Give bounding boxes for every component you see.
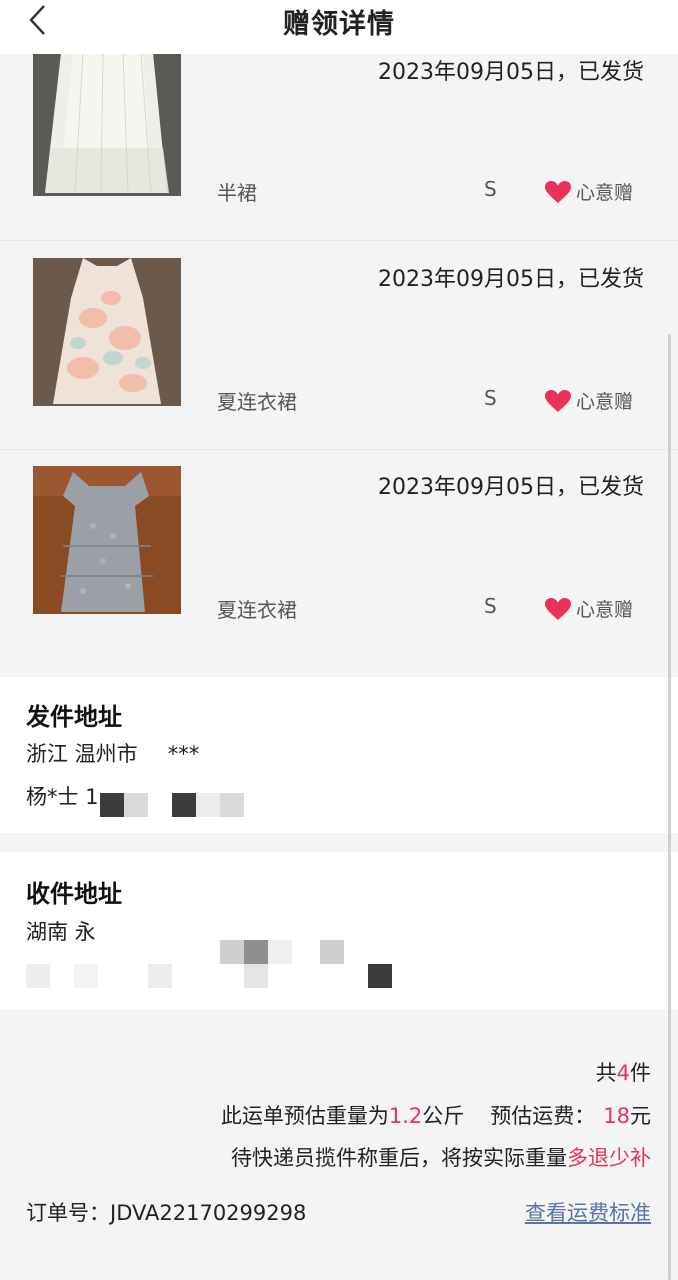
privacy-mask <box>172 793 196 817</box>
top-bar: 赠领详情 <box>0 0 678 54</box>
privacy-mask <box>220 793 244 817</box>
privacy-mask <box>100 817 196 833</box>
sender-line-1: 浙江 温州市 *** <box>26 738 199 768</box>
weight-value: 1.2 <box>388 1104 423 1128</box>
heart-icon <box>545 389 571 412</box>
privacy-mask <box>368 964 392 988</box>
item-size: S <box>484 594 497 618</box>
page-title: 赠领详情 <box>283 9 395 40</box>
count-value: 4 <box>616 1061 630 1085</box>
item-name: 半裙 <box>217 181 257 205</box>
sender-masked: *** <box>167 742 200 766</box>
gift-tag: 心意赠 <box>544 178 633 205</box>
count-suffix: 件 <box>630 1061 651 1085</box>
item-image <box>33 53 181 196</box>
fee-prefix: 预估运费： <box>490 1104 596 1128</box>
privacy-mask <box>26 964 50 988</box>
sender-line-2: 杨*士 1 <box>26 785 99 809</box>
privacy-mask <box>244 964 268 988</box>
count-prefix: 共 <box>595 1061 617 1085</box>
privacy-mask <box>196 793 220 817</box>
gift-tag: 心意赠 <box>544 387 633 414</box>
item-date: 2023年09月05日，已发货 <box>378 60 644 85</box>
weight-fee-line: 此运单预估重量为1.2公斤 预估运费： 18元 <box>221 1100 651 1130</box>
privacy-mask <box>320 940 344 964</box>
fee-standard-link[interactable]: 查看运费标准 <box>525 1197 651 1227</box>
privacy-mask <box>74 964 98 988</box>
receiver-line-1: 湖南 永 <box>26 920 96 944</box>
item-count: 共4件 <box>596 1057 651 1087</box>
note-prefix: 待快递员揽件称重后，将按实际重量 <box>231 1146 567 1170</box>
weight-note: 待快递员揽件称重后，将按实际重量多退少补 <box>231 1142 651 1172</box>
order-number: 订单号：JDVA22170299298 <box>26 1201 307 1225</box>
list-item[interactable]: 2023年09月05日，已发货 夏连衣裙 S 心意赠 <box>0 241 678 450</box>
privacy-mask <box>220 940 244 964</box>
item-date: 2023年09月05日，已发货 <box>378 475 644 500</box>
gift-tag-label: 心意赠 <box>576 391 634 413</box>
note-highlight: 多退少补 <box>567 1146 651 1170</box>
list-item[interactable]: 2023年09月05日，已发货 夏连衣裙 S 心意赠 <box>0 449 678 657</box>
sender-address-card: 发件地址 浙江 温州市 *** 杨*士 1 <box>0 677 678 833</box>
fee-unit: 元 <box>630 1104 651 1128</box>
sender-region: 浙江 温州市 <box>26 742 138 766</box>
receiver-address-card: 收件地址 湖南 永 <box>0 852 678 1010</box>
item-size: S <box>484 386 497 410</box>
sender-title: 发件地址 <box>26 703 122 731</box>
item-name: 夏连衣裙 <box>217 390 297 414</box>
item-image <box>33 466 181 614</box>
privacy-mask <box>124 793 148 817</box>
privacy-mask <box>268 940 292 964</box>
gift-tag: 心意赠 <box>544 595 633 622</box>
fee-value: 18 <box>603 1104 630 1128</box>
item-date: 2023年09月05日，已发货 <box>378 267 644 292</box>
privacy-mask <box>148 964 172 988</box>
heart-icon <box>545 597 571 620</box>
item-name: 夏连衣裙 <box>217 598 297 622</box>
gift-tag-label: 心意赠 <box>576 182 634 204</box>
scrollbar[interactable] <box>668 334 671 1280</box>
receiver-title: 收件地址 <box>26 880 122 908</box>
weight-unit: 公斤 <box>422 1104 465 1128</box>
item-size: S <box>484 177 497 201</box>
privacy-mask <box>100 793 124 817</box>
gift-tag-label: 心意赠 <box>576 599 634 621</box>
list-item[interactable]: 2023年09月05日，已发货 半裙 S 心意赠 <box>0 53 678 241</box>
heart-icon <box>545 180 571 203</box>
weight-prefix: 此运单预估重量为 <box>220 1104 389 1128</box>
privacy-mask <box>244 940 268 964</box>
item-image <box>33 258 181 406</box>
